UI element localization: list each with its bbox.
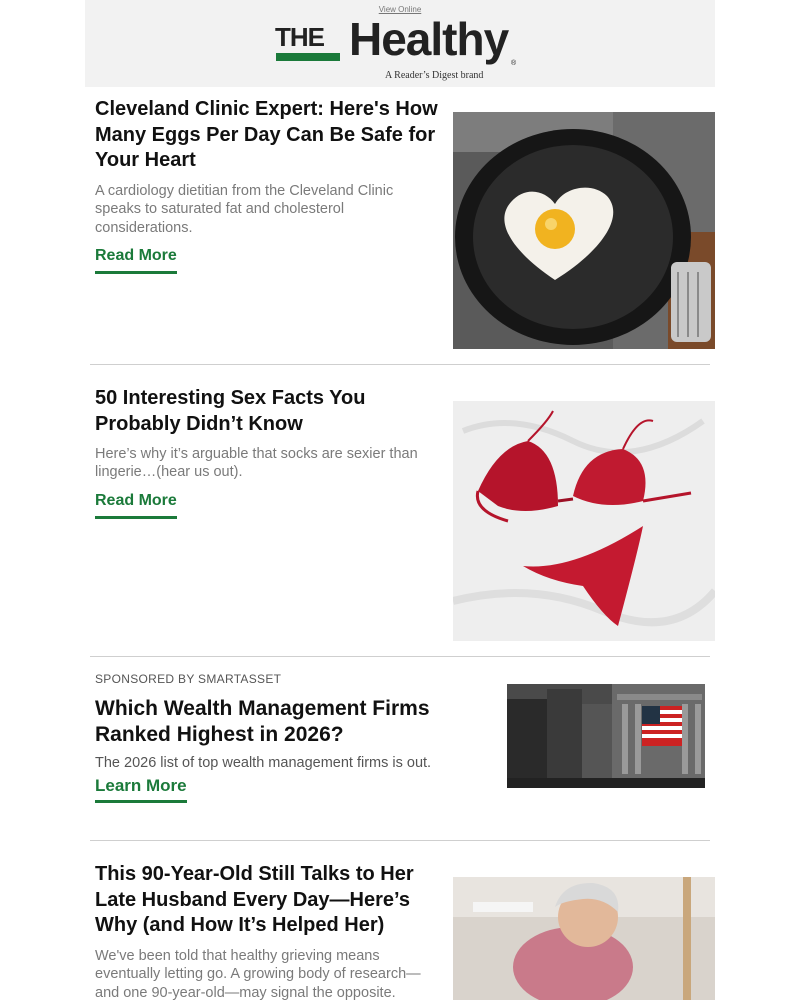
email-body: View Online THE Healthy ® A Reader’s Dig…	[0, 0, 800, 1001]
sponsored-title[interactable]: Which Wealth Management Firms Ranked Hig…	[95, 696, 485, 747]
logo-registered-mark: ®	[511, 60, 517, 67]
logo-the-text: THE	[275, 22, 325, 52]
article-4-title[interactable]: This 90-Year-Old Still Talks to Her Late…	[95, 862, 440, 939]
article-2-title[interactable]: 50 Interesting Sex Facts You Probably Di…	[95, 386, 440, 437]
divider-1	[90, 364, 710, 365]
article-2-read-more-link[interactable]: Read More	[95, 492, 177, 519]
article-1-title[interactable]: Cleveland Clinic Expert: Here's How Many…	[95, 97, 440, 174]
logo-tagline: A Reader’s Digest brand	[385, 70, 484, 81]
article-4-description: We've been told that healthy grieving me…	[95, 948, 421, 1001]
divider-2	[90, 656, 710, 657]
divider-3	[90, 840, 710, 841]
article-2-description: Here’s why it’s arguable that socks are …	[95, 446, 418, 481]
article-1-description: A cardiology dietitian from the Clevelan…	[95, 183, 394, 236]
logo-healthy-text[interactable]: Healthy	[349, 16, 509, 62]
article-4-elderly-woman-image[interactable]	[453, 877, 715, 1000]
sponsored-learn-more-link[interactable]: Learn More	[95, 776, 187, 803]
article-1-egg-image[interactable]	[453, 112, 715, 349]
sponsored-wall-street-image[interactable]	[507, 684, 705, 788]
sponsored-label: SPONSORED BY SMARTASSET	[95, 672, 282, 686]
logo-green-bar	[276, 53, 340, 61]
email-header: View Online THE Healthy ® A Reader’s Dig…	[85, 0, 715, 87]
article-2-lingerie-image[interactable]	[453, 401, 715, 641]
article-1-read-more-link[interactable]: Read More	[95, 247, 177, 274]
sponsored-description: The 2026 list of top wealth management f…	[95, 755, 432, 771]
